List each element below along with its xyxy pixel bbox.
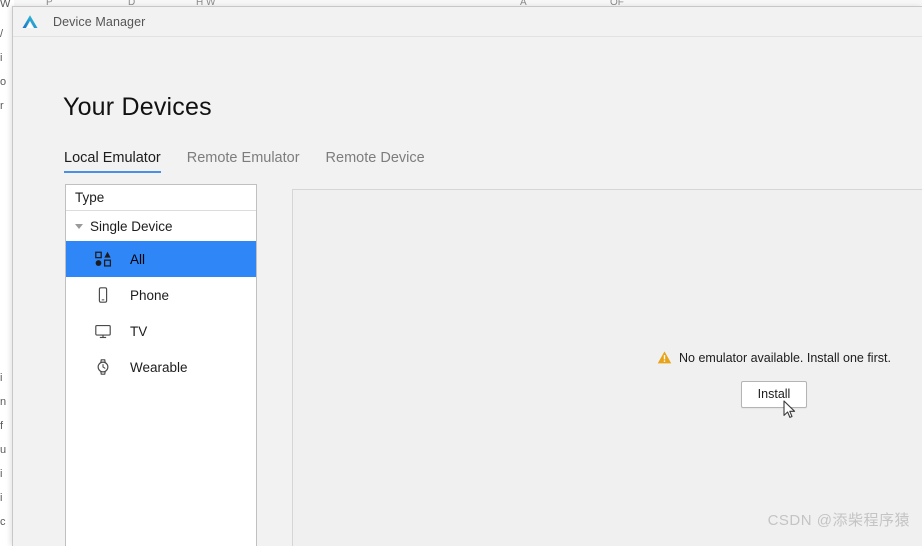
list-group-label: Single Device bbox=[90, 218, 173, 234]
empty-state: No emulator available. Install one first… bbox=[649, 350, 899, 408]
bg-left-fragment: c bbox=[0, 516, 6, 528]
empty-state-message: No emulator available. Install one first… bbox=[679, 350, 891, 365]
page-title: Your Devices bbox=[63, 93, 212, 121]
device-type-list-panel: Type Single Device All Phone TV Wearable bbox=[65, 184, 257, 546]
warning-triangle-icon bbox=[657, 351, 672, 364]
tab-bar: Local Emulator Remote Emulator Remote De… bbox=[64, 150, 425, 173]
bg-left-fragment: i bbox=[0, 372, 3, 384]
list-item-label: All bbox=[130, 251, 146, 267]
list-item-all[interactable]: All bbox=[66, 241, 256, 277]
device-detail-panel: No emulator available. Install one first… bbox=[292, 189, 922, 546]
tab-local-emulator[interactable]: Local Emulator bbox=[64, 150, 161, 173]
phone-icon bbox=[98, 287, 108, 303]
chevron-down-icon[interactable] bbox=[75, 223, 83, 229]
bg-left-fragment: r bbox=[0, 100, 4, 112]
list-column-header-type: Type bbox=[66, 185, 256, 211]
tv-icon bbox=[95, 325, 111, 339]
bg-left-fragment: n bbox=[0, 396, 7, 408]
install-button[interactable]: Install bbox=[741, 381, 807, 408]
list-item-label: Phone bbox=[130, 287, 170, 303]
dialog-title-bar: Device Manager bbox=[13, 7, 922, 37]
bg-left-fragment: f bbox=[0, 420, 4, 432]
list-item-wearable[interactable]: Wearable bbox=[66, 349, 256, 385]
list-group-single-device[interactable]: Single Device bbox=[66, 211, 256, 241]
tab-remote-emulator[interactable]: Remote Emulator bbox=[187, 150, 300, 173]
dialog-content: Your Devices Local Emulator Remote Emula… bbox=[13, 37, 922, 546]
dialog-title: Device Manager bbox=[53, 14, 146, 29]
bg-left-fragment: i bbox=[0, 492, 3, 504]
watermark: CSDN @添柴程序猿 bbox=[767, 512, 910, 529]
android-studio-icon bbox=[22, 14, 38, 28]
list-item-label: TV bbox=[130, 323, 148, 339]
device-manager-dialog: Device Manager Your Devices Local Emulat… bbox=[12, 6, 922, 546]
bg-left-fragment: o bbox=[0, 76, 7, 88]
all-devices-grid-icon bbox=[95, 251, 112, 267]
bg-left-fragment: i bbox=[0, 468, 3, 480]
list-item-label: Wearable bbox=[130, 359, 188, 375]
bg-left-fragment: i bbox=[0, 52, 3, 64]
list-item-tv[interactable]: TV bbox=[66, 313, 256, 349]
bg-left-fragment: W bbox=[0, 0, 11, 10]
list-item-phone[interactable]: Phone bbox=[66, 277, 256, 313]
empty-state-message-row: No emulator available. Install one first… bbox=[649, 350, 899, 365]
bg-left-fragment: / bbox=[0, 28, 4, 40]
tab-remote-device[interactable]: Remote Device bbox=[326, 150, 425, 173]
watch-icon bbox=[97, 359, 109, 375]
mouse-cursor bbox=[783, 400, 796, 418]
screen-root: W P D H W A OF W / i o r i n f u i i c bbox=[0, 0, 922, 546]
bg-left-fragment: u bbox=[0, 444, 7, 456]
